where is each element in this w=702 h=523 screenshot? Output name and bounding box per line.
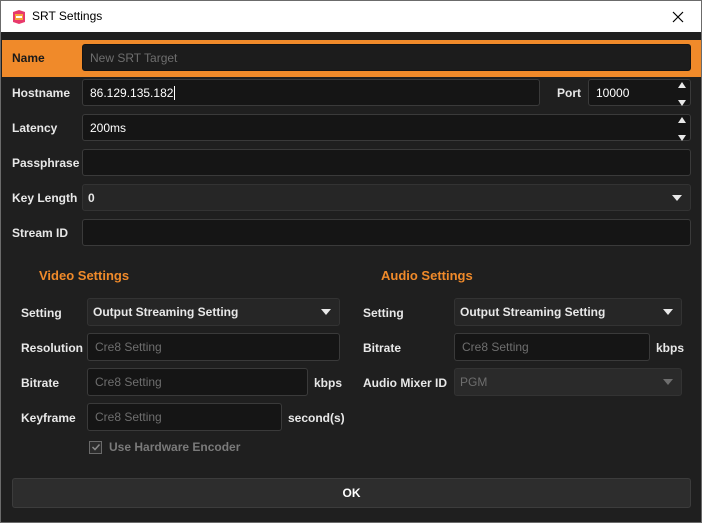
audio-bitrate-label: Bitrate [363,341,402,355]
spin-up-icon[interactable] [678,117,686,123]
audio-mixer-select[interactable]: PGM [454,368,682,396]
chevron-down-icon [672,194,682,201]
video-keyframe-input[interactable]: Cre8 Setting [87,403,282,431]
passphrase-label: Passphrase [12,156,80,170]
port-label: Port [557,86,581,100]
port-spinbox[interactable]: 10000 [588,79,691,106]
video-resolution-label: Resolution [21,341,83,355]
stream-id-input[interactable] [82,219,691,246]
hw-encoder-label: Use Hardware Encoder [109,440,241,454]
video-bitrate-input[interactable]: Cre8 Setting [87,368,308,396]
audio-setting-select[interactable]: Output Streaming Setting [454,298,682,326]
name-input[interactable]: New SRT Target [82,44,691,71]
key-length-select[interactable]: 0 [82,184,691,211]
latency-spinner[interactable] [677,117,687,141]
stream-id-label: Stream ID [12,226,69,240]
passphrase-input[interactable] [82,149,691,176]
video-keyframe-label: Keyframe [21,411,76,425]
spin-up-icon[interactable] [678,82,686,88]
spin-down-icon[interactable] [678,135,686,141]
close-icon [672,11,684,22]
audio-mixer-label: Audio Mixer ID [363,376,448,390]
port-spinner[interactable] [677,82,687,106]
chevron-down-icon [321,309,331,315]
spin-down-icon[interactable] [678,100,686,106]
video-setting-label: Setting [21,306,62,320]
name-label: Name [12,51,45,65]
latency-spinbox[interactable]: 200ms [82,114,691,141]
hw-encoder-option[interactable]: Use Hardware Encoder [89,440,240,454]
video-setting-select[interactable]: Output Streaming Setting [87,298,340,326]
audio-settings-title: Audio Settings [381,268,473,283]
video-settings-title: Video Settings [39,268,130,283]
video-bitrate-unit: kbps [314,376,343,390]
checkmark-icon [91,443,100,451]
video-keyframe-unit: second(s) [288,411,345,425]
hostname-input[interactable]: 86.129.135.182 [82,79,540,106]
title-bar: SRT Settings [1,1,701,32]
hostname-label: Hostname [12,86,71,100]
hw-encoder-checkbox[interactable] [89,440,102,454]
close-button[interactable] [655,1,701,32]
audio-bitrate-input[interactable]: Cre8 Setting [454,333,650,361]
video-bitrate-label: Bitrate [21,376,60,390]
video-resolution-input[interactable]: Cre8 Setting [87,333,340,361]
srt-settings-dialog: SRT Settings Name New SRT Target Hostnam… [0,0,702,523]
window-title: SRT Settings [32,9,103,23]
text-caret [174,85,176,100]
app-logo-icon [13,10,25,24]
key-length-label: Key Length [12,191,78,205]
audio-setting-label: Setting [363,306,404,320]
chevron-down-icon [663,309,673,315]
ok-button[interactable]: OK [12,478,691,508]
audio-bitrate-unit: kbps [656,341,685,355]
chevron-down-icon [663,379,673,385]
latency-label: Latency [12,121,58,135]
